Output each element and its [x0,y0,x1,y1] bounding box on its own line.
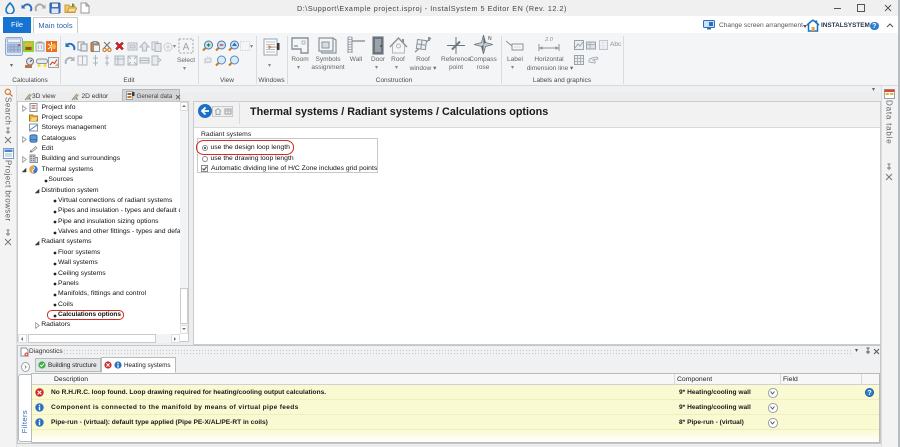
svg-text:A: A [183,42,190,53]
svg-text:N: N [488,36,492,42]
svg-text:2.0: 2.0 [544,37,554,43]
